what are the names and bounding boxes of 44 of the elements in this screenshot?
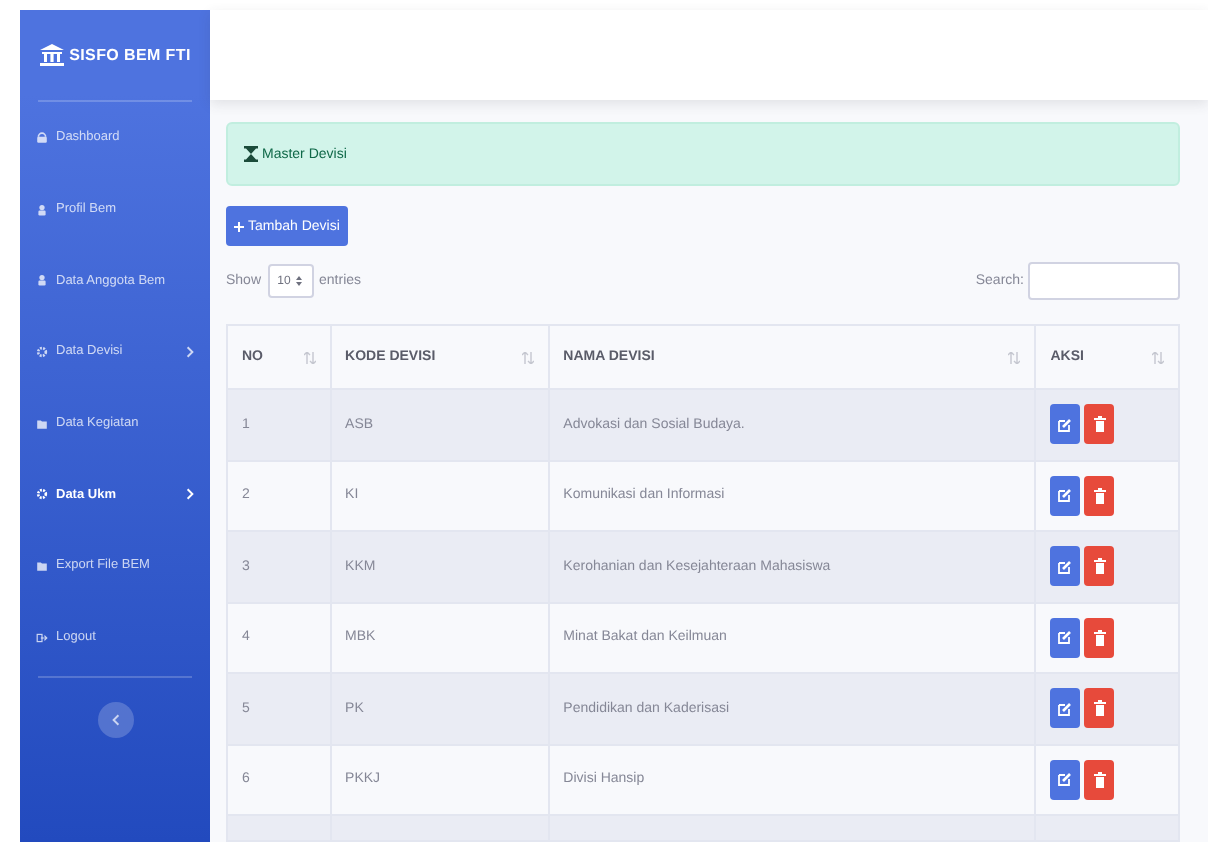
sort-icon bbox=[303, 351, 316, 363]
bank-icon bbox=[39, 44, 64, 66]
sort-icon bbox=[1152, 351, 1164, 363]
delete-button[interactable] bbox=[1084, 404, 1115, 445]
hourglass-icon bbox=[244, 146, 258, 162]
edit-button[interactable] bbox=[1050, 404, 1081, 445]
trash-icon bbox=[1093, 416, 1106, 433]
plus-icon bbox=[234, 221, 244, 231]
trash-icon bbox=[1093, 558, 1106, 575]
chevron-icon bbox=[111, 713, 119, 725]
folder-icon bbox=[36, 559, 48, 572]
delete-button[interactable] bbox=[1084, 617, 1115, 658]
delete-button[interactable] bbox=[1084, 475, 1115, 516]
sort-caret-icon bbox=[296, 276, 303, 286]
user-icon bbox=[36, 274, 48, 287]
edit-button[interactable] bbox=[1050, 617, 1081, 658]
trash-icon bbox=[1093, 700, 1106, 717]
edit-icon bbox=[1058, 417, 1073, 432]
delete-button[interactable] bbox=[1084, 688, 1115, 729]
search-field[interactable] bbox=[1028, 262, 1180, 300]
edit-icon bbox=[1058, 559, 1073, 574]
gear-icon bbox=[36, 345, 48, 358]
edit-button[interactable] bbox=[1050, 688, 1081, 729]
gear-icon bbox=[36, 488, 48, 501]
user-icon bbox=[36, 203, 48, 216]
sort-icon bbox=[1008, 351, 1021, 363]
sort-icon bbox=[521, 351, 534, 363]
edit-icon bbox=[1058, 488, 1073, 503]
delete-button[interactable] bbox=[1084, 759, 1115, 800]
trash-icon bbox=[1093, 629, 1106, 646]
folder-icon bbox=[36, 417, 48, 430]
trash-icon bbox=[1093, 487, 1106, 504]
edit-icon bbox=[1058, 701, 1073, 716]
delete-button[interactable] bbox=[1084, 546, 1115, 587]
edit-button[interactable] bbox=[1050, 546, 1081, 587]
sidebar-toggle-button[interactable] bbox=[97, 701, 133, 737]
logout-icon bbox=[36, 631, 48, 644]
edit-icon bbox=[1058, 772, 1073, 787]
dashboard-icon bbox=[36, 131, 48, 144]
edit-button[interactable] bbox=[1050, 475, 1081, 516]
trash-icon bbox=[1093, 771, 1106, 788]
brand-name: SISFO BEM FTI bbox=[69, 46, 191, 64]
edit-icon bbox=[1058, 630, 1073, 645]
edit-button[interactable] bbox=[1050, 759, 1081, 800]
